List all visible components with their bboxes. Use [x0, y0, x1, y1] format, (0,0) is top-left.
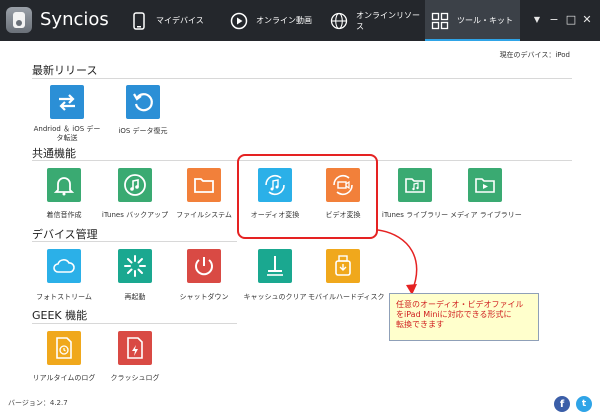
syncios-logo-icon	[6, 7, 32, 33]
restart-button[interactable]	[118, 249, 152, 283]
nav-label: オンライン動画	[256, 16, 312, 25]
facebook-icon[interactable]: f	[554, 396, 570, 412]
crash-log-button[interactable]	[118, 331, 152, 365]
photo-stream-button[interactable]	[47, 249, 81, 283]
broom-icon	[267, 256, 283, 276]
file-system-button[interactable]	[187, 168, 221, 202]
mobile-hard-disk-label: モバイルハードディスク	[308, 293, 385, 301]
itunes-backup-label: iTunes バックアップ	[101, 211, 169, 219]
nav-online-video[interactable]: オンライン動画	[230, 0, 330, 41]
itunes-library-button[interactable]	[398, 168, 432, 202]
callout-note: 任意のオーディオ・ビデオファイル をiPad Miniに対応できる形式に 転換で…	[389, 293, 539, 341]
folder-icon	[194, 178, 214, 193]
android-ios-transfer-button[interactable]	[50, 85, 84, 119]
close-button[interactable]: ✕	[580, 13, 594, 27]
android-ios-transfer-label: Andriod ＆ iOS デー タ転送	[28, 125, 106, 143]
clear-cache-button[interactable]	[258, 249, 292, 283]
callout-line: 任意のオーディオ・ビデオファイル	[396, 300, 524, 309]
bell-icon	[53, 177, 75, 196]
current-device-label: 現在のデバイス：iPod	[499, 51, 570, 59]
globe-icon	[330, 12, 348, 30]
menu-dropdown-icon[interactable]: ▼	[530, 13, 544, 27]
itunes-backup-button[interactable]	[118, 168, 152, 202]
callout-line: 転換できます	[396, 320, 444, 329]
shutdown-label: シャットダウン	[179, 293, 229, 301]
media-folder-icon	[475, 178, 495, 193]
nav-online-resources[interactable]: オンラインリソース	[330, 0, 425, 41]
section-title-geek: GEEK 機能	[32, 309, 88, 322]
clear-cache-label: キャッシュのクリア	[243, 293, 307, 301]
power-icon	[195, 257, 213, 276]
ringtone-maker-button[interactable]	[47, 168, 81, 202]
media-library-label: メディア ライブラリー	[450, 211, 522, 219]
divider	[32, 78, 572, 79]
music-note-icon	[124, 174, 146, 196]
document-clock-icon	[56, 337, 72, 359]
play-icon	[230, 12, 248, 30]
mobile-hard-disk-button[interactable]	[326, 249, 360, 283]
file-system-label: ファイルシステム	[176, 211, 232, 219]
nav-label: マイデバイス	[156, 16, 204, 25]
label-line: タ転送	[56, 134, 78, 142]
grid-icon	[431, 12, 449, 30]
ringtone-maker-label: 着信音作成	[46, 211, 82, 219]
transfer-arrows-icon	[59, 94, 75, 111]
restore-icon	[133, 93, 153, 112]
music-folder-icon	[405, 178, 425, 193]
section-title-common: 共通機能	[32, 147, 76, 160]
nav-label: オンラインリソース	[356, 10, 420, 31]
divider	[32, 323, 237, 324]
loading-spinner-icon	[124, 255, 146, 277]
syncios-window: Syncios マイデバイス オンライン動画 オンラインリソース ツール・キット	[0, 0, 600, 417]
section-title-latest: 最新リリース	[32, 64, 98, 77]
nav-label: ツール・キット	[457, 16, 513, 25]
top-bar: Syncios マイデバイス オンライン動画 オンラインリソース ツール・キット	[0, 0, 600, 41]
nav-toolkit[interactable]: ツール・キット	[425, 0, 520, 41]
realtime-log-label: リアルタイムのログ	[32, 374, 96, 382]
version-label: バージョン：4.2.7	[8, 399, 68, 407]
minimize-button[interactable]: −	[547, 13, 561, 27]
section-title-device: デバイス管理	[32, 228, 98, 241]
callout-line: をiPad Miniに対応できる形式に	[396, 310, 512, 319]
twitter-icon[interactable]: t	[576, 396, 592, 412]
divider	[32, 241, 237, 242]
maximize-button[interactable]: □	[564, 13, 578, 27]
phone-icon	[130, 11, 148, 30]
realtime-log-button[interactable]	[47, 331, 81, 365]
itunes-library-label: iTunes ライブラリー	[381, 211, 449, 219]
ios-data-restore-label: iOS データ復元	[118, 127, 168, 135]
document-lightning-icon	[127, 337, 143, 359]
callout-arrow-icon	[377, 229, 418, 295]
media-library-button[interactable]	[468, 168, 502, 202]
crash-log-label: クラッシュログ	[110, 374, 160, 382]
highlight-box	[237, 154, 378, 239]
photo-stream-label: フォトストリーム	[36, 293, 92, 301]
nav-my-device[interactable]: マイデバイス	[130, 0, 230, 41]
usb-drive-icon	[335, 255, 351, 276]
ios-data-restore-button[interactable]	[126, 85, 160, 119]
restart-label: 再起動	[124, 293, 146, 301]
label-line: Andriod ＆ iOS デー	[33, 125, 101, 133]
cloud-icon	[53, 259, 75, 273]
shutdown-button[interactable]	[187, 249, 221, 283]
app-name: Syncios	[40, 9, 109, 30]
